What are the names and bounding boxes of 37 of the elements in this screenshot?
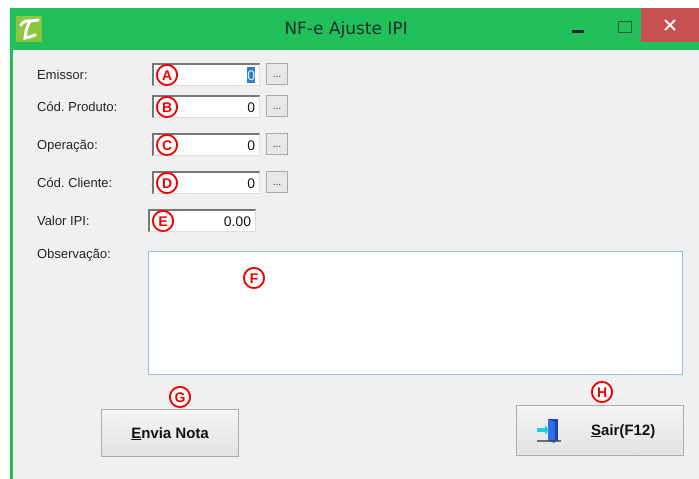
lookup-button[interactable]: ... <box>266 171 288 193</box>
lookup-button[interactable]: ... <box>266 133 288 155</box>
lookup-button[interactable]: ... <box>266 63 288 85</box>
field-label: Operação: <box>37 136 99 152</box>
send-button[interactable]: Envia Nota <box>101 409 239 457</box>
callout-marker: C <box>156 134 178 156</box>
close-icon <box>664 19 676 31</box>
field-label: Cód. Produto: <box>37 98 118 114</box>
field-label: Cód. Cliente: <box>37 174 114 190</box>
app-logo-icon <box>16 16 42 42</box>
field-value: 0 <box>247 174 255 190</box>
window-title: NF-e Ajuste IPI <box>283 19 409 39</box>
lookup-button[interactable]: ... <box>266 95 288 117</box>
callout-marker: A <box>156 64 178 86</box>
input-field[interactable]: E 0.00 <box>148 208 256 232</box>
field-label: Observação: <box>37 246 112 263</box>
field-value: 0 <box>247 136 255 152</box>
notes-field[interactable] <box>148 251 683 375</box>
close-button[interactable] <box>641 8 699 42</box>
field-label: Emissor: <box>37 66 89 82</box>
input-field[interactable]: C 0 <box>152 132 260 156</box>
field-value: 0 <box>247 98 255 114</box>
callout-marker: G <box>169 386 191 408</box>
input-field[interactable]: D 0 <box>152 170 260 194</box>
field-value: 0.00 <box>224 212 251 228</box>
callout-marker: H <box>591 381 613 403</box>
input-field[interactable]: A 0 <box>152 62 260 86</box>
input-field[interactable]: B 0 <box>152 94 260 118</box>
minimize-icon[interactable] <box>572 30 584 34</box>
field-label: Valor IPI: <box>37 212 91 228</box>
maximize-icon[interactable] <box>618 21 632 33</box>
callout-marker: B <box>156 96 178 118</box>
callout-marker: E <box>152 210 174 232</box>
door-icon <box>535 416 563 444</box>
exit-button[interactable]: Sair(F12) <box>516 405 684 456</box>
callout-marker: D <box>156 172 178 194</box>
field-value: 0 <box>247 66 255 82</box>
